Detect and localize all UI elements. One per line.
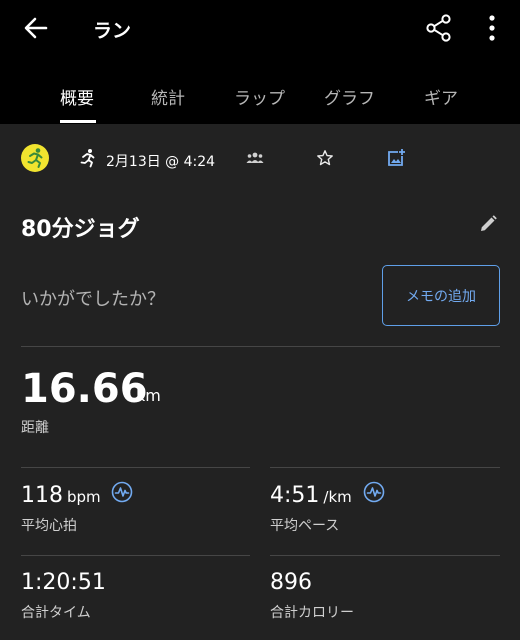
tab-laps[interactable]: ラップ bbox=[234, 84, 285, 109]
activity-info-row: 2月13日 @ 4:24 bbox=[0, 124, 520, 194]
heart-rate-chart-icon[interactable] bbox=[111, 481, 133, 503]
tab-indicator bbox=[60, 120, 96, 123]
divider bbox=[270, 555, 500, 556]
share-icon[interactable] bbox=[426, 14, 452, 42]
avg-heart-rate-value: 118 bbox=[21, 483, 63, 508]
overview-panel: 2月13日 @ 4:24 80分ジョグ いかがでしたか？ メモの追加 16.66… bbox=[0, 124, 520, 640]
distance-unit: km bbox=[136, 386, 161, 405]
avg-pace-unit: /km bbox=[323, 488, 352, 506]
avg-pace-label: 平均ペース bbox=[270, 518, 340, 534]
divider bbox=[21, 467, 250, 468]
divider bbox=[21, 555, 250, 556]
avg-pace-stat: 4:51/km bbox=[270, 483, 352, 508]
total-calories-value: 896 bbox=[270, 570, 312, 595]
distance-label: 距離 bbox=[21, 420, 49, 436]
page-title: ラン bbox=[93, 20, 132, 42]
pace-chart-icon[interactable] bbox=[363, 481, 385, 503]
tab-gear[interactable]: ギア bbox=[424, 84, 458, 109]
tab-stats[interactable]: 統計 bbox=[151, 84, 185, 109]
add-photo-icon[interactable] bbox=[386, 148, 406, 168]
avg-pace-value: 4:51 bbox=[270, 483, 320, 508]
divider bbox=[270, 467, 500, 468]
activity-name: 80分ジョグ bbox=[21, 217, 140, 242]
distance-value: 16.66 bbox=[21, 366, 148, 412]
running-icon bbox=[80, 149, 95, 168]
total-calories-label: 合計カロリー bbox=[270, 605, 354, 621]
feeling-prompt: いかがでしたか？ bbox=[21, 289, 165, 310]
avg-heart-rate-label: 平均心拍 bbox=[21, 518, 77, 534]
tab-graph[interactable]: グラフ bbox=[324, 84, 375, 109]
activity-type-icon[interactable] bbox=[21, 144, 49, 172]
more-vert-icon[interactable] bbox=[482, 14, 502, 42]
total-time-value: 1:20:51 bbox=[21, 570, 106, 595]
avg-heart-rate-stat: 118 bpm bbox=[21, 483, 101, 508]
running-person-icon bbox=[27, 148, 43, 168]
activity-date: 2月13日 @ 4:24 bbox=[106, 154, 216, 170]
edit-pencil-icon[interactable] bbox=[478, 214, 498, 234]
add-memo-button[interactable]: メモの追加 bbox=[382, 265, 500, 326]
avg-heart-rate-unit: bpm bbox=[67, 488, 101, 506]
divider bbox=[21, 346, 500, 347]
tab-bar: 概要 統計 ラップ グラフ ギア bbox=[0, 56, 520, 124]
app-bar: ラン bbox=[0, 0, 520, 56]
total-time-label: 合計タイム bbox=[21, 605, 91, 621]
tab-overview[interactable]: 概要 bbox=[60, 84, 94, 109]
people-icon[interactable] bbox=[246, 151, 264, 165]
arrow-back-icon[interactable] bbox=[22, 14, 50, 42]
star-icon[interactable] bbox=[316, 149, 334, 167]
